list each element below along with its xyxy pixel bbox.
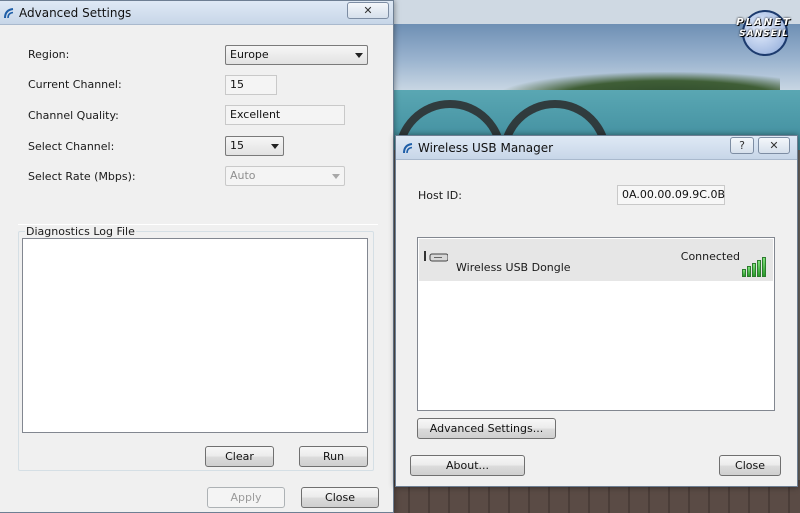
region-dropdown[interactable]: Europe xyxy=(225,45,368,65)
select-rate-label: Select Rate (Mbps): xyxy=(28,170,136,183)
current-channel-field: 15 xyxy=(225,75,277,95)
logo-line-2: SANSEIL xyxy=(739,29,789,39)
select-rate-value: Auto xyxy=(230,169,256,182)
wireless-app-icon xyxy=(4,8,14,19)
close-button[interactable]: Close xyxy=(301,487,379,508)
diagnostics-log-title: Diagnostics Log File xyxy=(25,225,136,238)
signal-bar xyxy=(762,257,766,277)
close-button[interactable]: Close xyxy=(719,455,781,476)
advanced-settings-titlebar[interactable]: Advanced Settings ✕ xyxy=(0,1,393,25)
device-name: Wireless USB Dongle xyxy=(456,261,571,274)
logo-line-1: PLANET xyxy=(736,17,792,28)
usb-dongle-icon xyxy=(424,251,448,262)
device-status: Connected xyxy=(680,250,740,263)
channel-quality-label: Channel Quality: xyxy=(28,109,119,122)
select-channel-value: 15 xyxy=(230,139,244,152)
about-button[interactable]: About... xyxy=(410,455,525,476)
device-list[interactable]: Wireless USB Dongle Connected xyxy=(417,237,775,411)
select-rate-dropdown[interactable]: Auto xyxy=(225,166,345,186)
signal-bar xyxy=(747,266,751,277)
current-channel-label: Current Channel: xyxy=(28,78,122,91)
window-title: Wireless USB Manager xyxy=(418,141,554,155)
advanced-settings-window: Advanced Settings ✕ Region: Europe Curre… xyxy=(0,0,394,513)
planet-sanseil-logo: PLANET SANSEIL xyxy=(732,8,796,58)
region-value: Europe xyxy=(230,48,269,61)
close-button-titlebar[interactable]: ✕ xyxy=(347,2,389,19)
wireless-usb-manager-window: Wireless USB Manager ? ✕ Host ID: 0A.00.… xyxy=(395,135,798,487)
close-icon: ✕ xyxy=(769,139,779,152)
signal-bar xyxy=(742,269,746,277)
host-id-label: Host ID: xyxy=(418,189,462,202)
channel-quality-field: Excellent xyxy=(225,105,345,125)
host-id-field: 0A.00.00.09.9C.0B xyxy=(617,185,725,205)
chevron-down-icon xyxy=(332,174,340,179)
window-title: Advanced Settings xyxy=(19,6,132,20)
signal-strength-icon xyxy=(742,255,768,277)
apply-button[interactable]: Apply xyxy=(207,487,285,508)
run-button[interactable]: Run xyxy=(299,446,368,467)
select-channel-dropdown[interactable]: 15 xyxy=(225,136,284,156)
clear-button[interactable]: Clear xyxy=(205,446,274,467)
close-icon: ✕ xyxy=(363,4,373,17)
wireless-usb-manager-titlebar[interactable]: Wireless USB Manager ? ✕ xyxy=(396,136,797,160)
diagnostics-log-group: Diagnostics Log File Clear Run xyxy=(18,225,374,471)
chevron-down-icon xyxy=(271,144,279,149)
signal-bar xyxy=(757,260,761,277)
wireless-app-icon xyxy=(403,143,413,154)
diagnostics-log-textarea[interactable] xyxy=(22,238,368,433)
list-item-device[interactable]: Wireless USB Dongle Connected xyxy=(419,239,773,281)
close-button-titlebar[interactable]: ✕ xyxy=(758,137,790,154)
signal-bar xyxy=(752,263,756,277)
help-icon: ? xyxy=(739,139,745,152)
region-label: Region: xyxy=(28,48,70,61)
chevron-down-icon xyxy=(355,53,363,58)
select-channel-label: Select Channel: xyxy=(28,140,115,153)
help-button[interactable]: ? xyxy=(730,137,754,154)
advanced-settings-button[interactable]: Advanced Settings... xyxy=(417,418,556,439)
